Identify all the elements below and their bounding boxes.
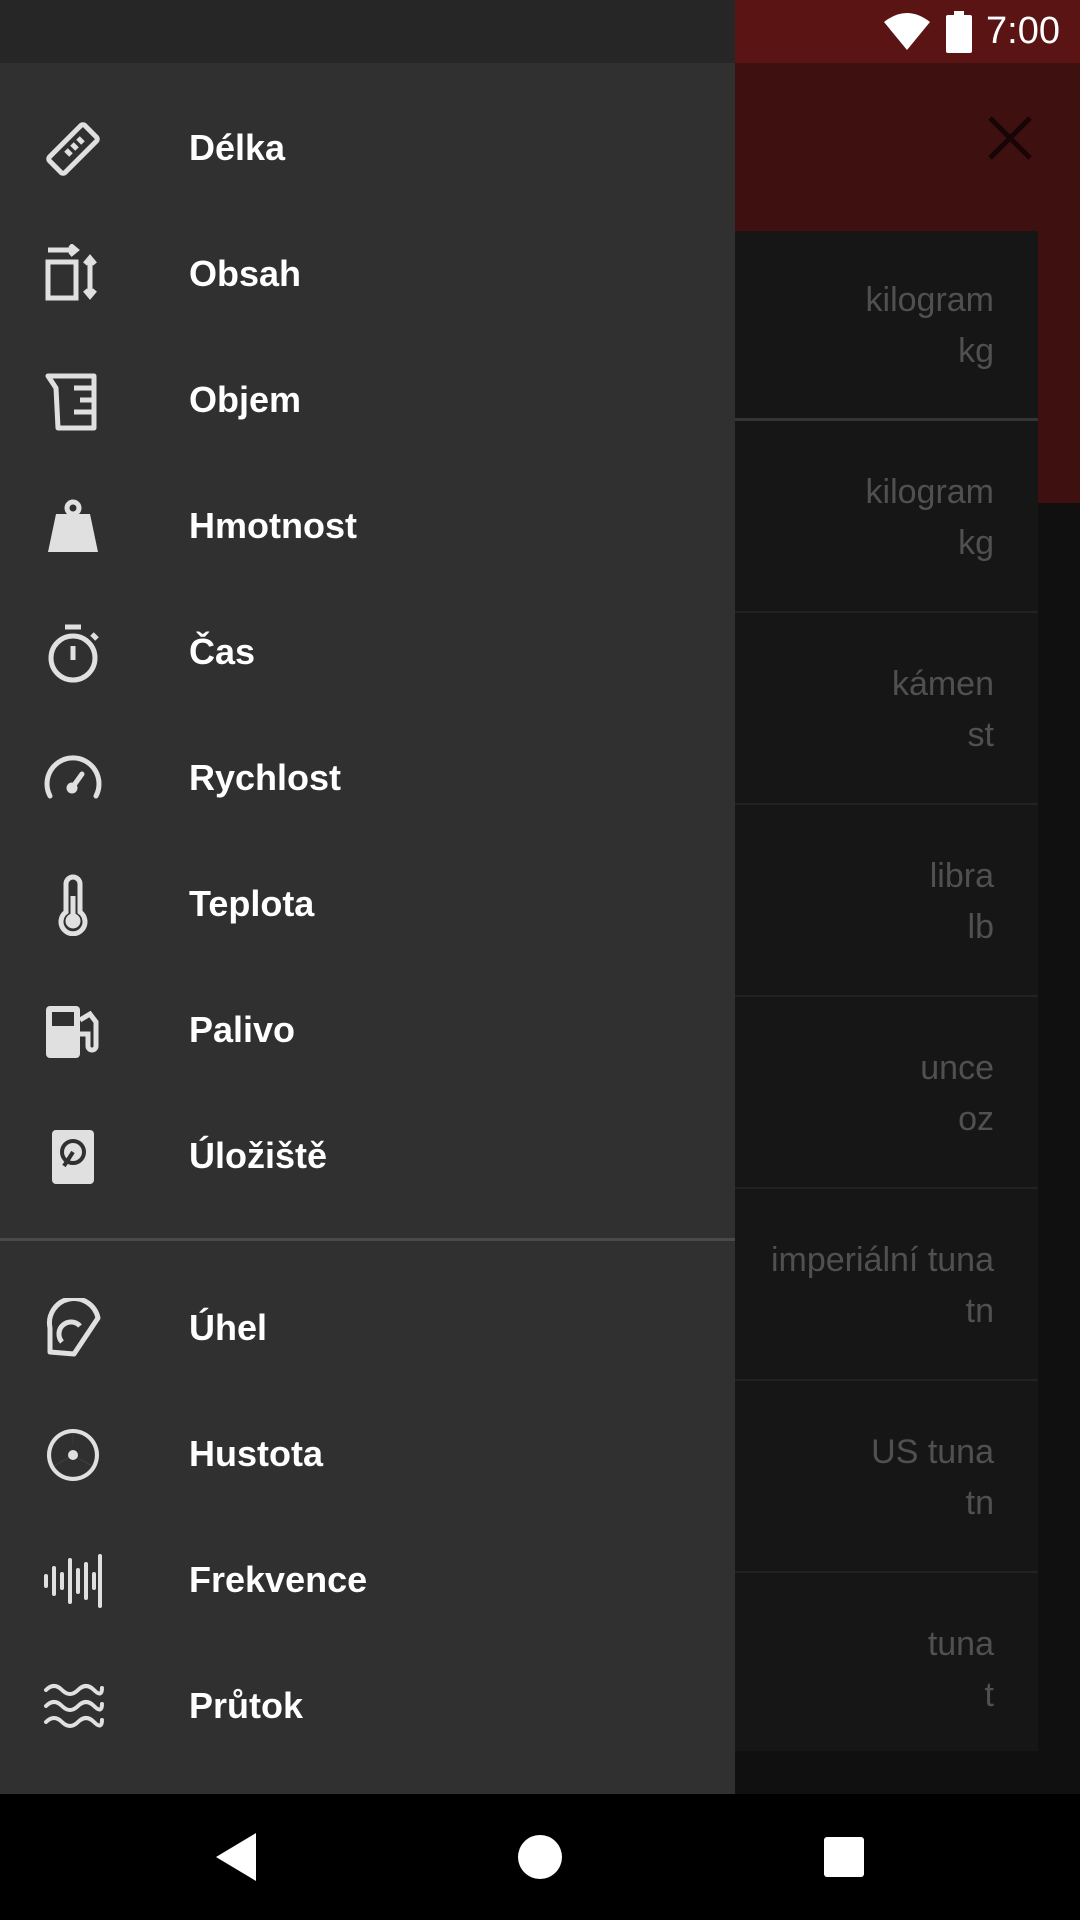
drawer-item-label: Frekvence bbox=[189, 1559, 368, 1600]
drawer-item-label: Teplota bbox=[189, 883, 315, 924]
speedometer-icon bbox=[42, 748, 104, 810]
harddisk-icon bbox=[42, 1126, 104, 1188]
waveform-icon bbox=[42, 1550, 104, 1612]
ruler-icon bbox=[42, 118, 104, 180]
wifi-icon bbox=[882, 12, 932, 52]
drawer-item-label: Hustota bbox=[189, 1433, 323, 1474]
thermometer-icon bbox=[42, 874, 104, 936]
drawer-item-length[interactable]: Délka bbox=[0, 85, 735, 211]
stopwatch-icon bbox=[42, 622, 104, 684]
drawer-item-label: Rychlost bbox=[189, 757, 342, 798]
battery-icon bbox=[946, 10, 973, 53]
waves-icon bbox=[42, 1676, 104, 1738]
drawer-item-label: Palivo bbox=[189, 1009, 296, 1050]
radiation-icon bbox=[42, 1424, 104, 1486]
drawer-item-density[interactable]: Hustota bbox=[0, 1391, 735, 1517]
drawer-item-time[interactable]: Čas bbox=[0, 589, 735, 715]
beaker-icon bbox=[42, 370, 104, 432]
drawer-item-label: Hmotnost bbox=[189, 505, 357, 546]
drawer-item-volume[interactable]: Objem bbox=[0, 337, 735, 463]
drawer-item-label: Průtok bbox=[189, 1685, 304, 1726]
home-button[interactable] bbox=[510, 1827, 570, 1887]
weight-icon bbox=[42, 496, 104, 558]
protractor-icon bbox=[42, 1298, 104, 1360]
fuel-icon bbox=[42, 1000, 104, 1062]
drawer-item-frequency[interactable]: Frekvence bbox=[0, 1517, 735, 1643]
area-icon bbox=[42, 244, 104, 306]
drawer-item-label: Úhel bbox=[189, 1307, 268, 1348]
drawer-status-area bbox=[0, 0, 735, 63]
back-button[interactable] bbox=[206, 1827, 266, 1887]
drawer-item-flow[interactable]: Průtok bbox=[0, 1643, 735, 1769]
drawer-item-angle[interactable]: Úhel bbox=[0, 1265, 735, 1391]
navigation-drawer: Délka Obsah Objem Hmotnost Čas Rychlost … bbox=[0, 0, 735, 1794]
drawer-item-area[interactable]: Obsah bbox=[0, 211, 735, 337]
drawer-item-label: Objem bbox=[189, 379, 302, 420]
drawer-item-temperature[interactable]: Teplota bbox=[0, 841, 735, 967]
drawer-divider bbox=[0, 1238, 735, 1241]
system-nav-bar bbox=[0, 1794, 1080, 1920]
drawer-item-storage[interactable]: Úložiště bbox=[0, 1093, 735, 1219]
recents-button[interactable] bbox=[814, 1827, 874, 1887]
drawer-item-label: Úložiště bbox=[189, 1135, 328, 1176]
clock: 7:00 bbox=[986, 10, 1060, 52]
drawer-item-mass[interactable]: Hmotnost bbox=[0, 463, 735, 589]
drawer-item-label: Délka bbox=[189, 127, 286, 168]
drawer-item-fuel[interactable]: Palivo bbox=[0, 967, 735, 1093]
drawer-item-label: Obsah bbox=[189, 253, 302, 294]
drawer-item-speed[interactable]: Rychlost bbox=[0, 715, 735, 841]
drawer-item-label: Čas bbox=[189, 631, 256, 672]
